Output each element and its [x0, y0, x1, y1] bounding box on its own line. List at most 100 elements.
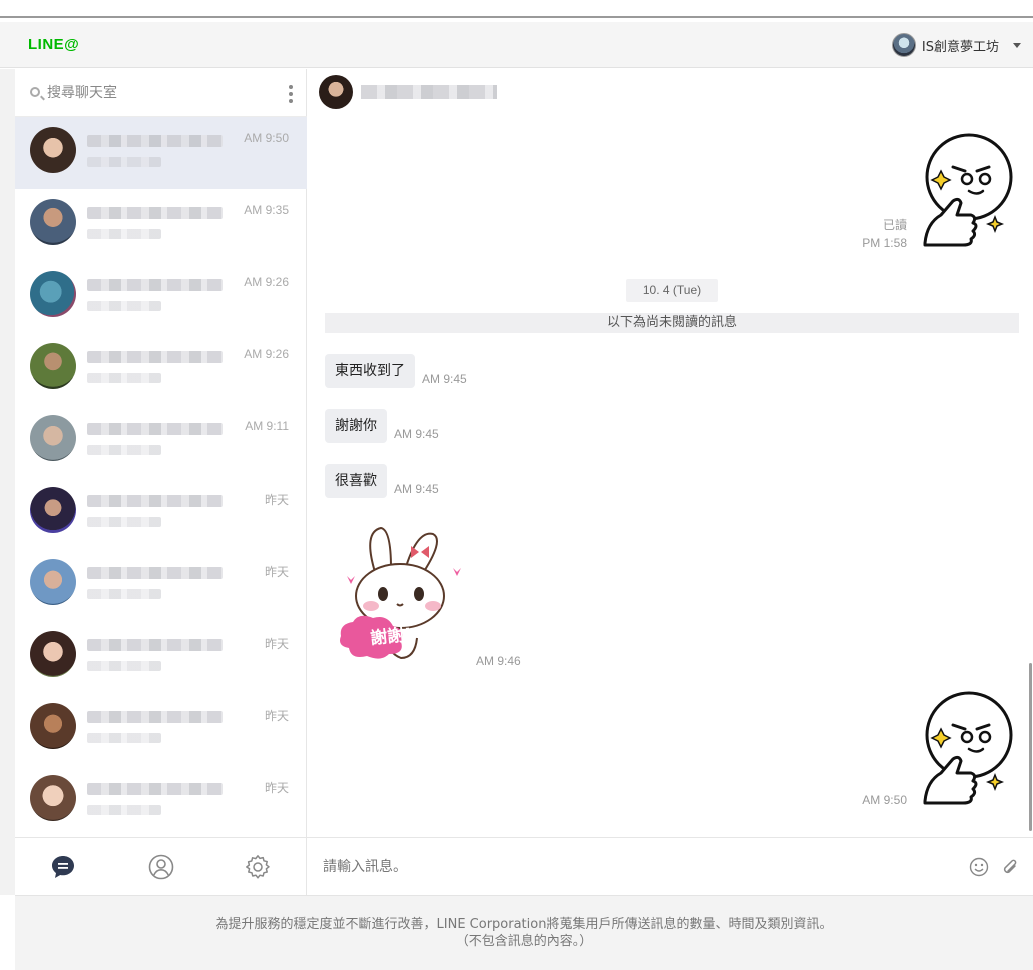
chat-list-item[interactable]: AM 9:35: [15, 189, 307, 261]
contact-icon[interactable]: [148, 854, 174, 880]
sticker-caption: 謝謝!: [369, 624, 413, 649]
notice-line-1: 為提升服務的穩定度並不斷進行改善，LINE Corporation將蒐集用戶所傳…: [215, 917, 833, 932]
incoming-message: 謝謝你 AM 9:45: [325, 409, 439, 443]
contact-name-blurred: [87, 135, 223, 147]
contact-name-blurred: [87, 783, 223, 795]
emoji-icon[interactable]: [969, 857, 989, 877]
sidebar-footer-tabs: [15, 837, 307, 895]
account-name: IS創意夢工坊: [921, 39, 999, 55]
chat-time: AM 9:35: [244, 203, 289, 217]
incoming-message: 很喜歡 AM 9:45: [325, 464, 439, 498]
contact-avatar: [30, 271, 76, 317]
attachment-icon[interactable]: [1000, 857, 1020, 877]
contact-name-blurred: [87, 567, 223, 579]
date-divider: 10. 4 (Tue): [626, 279, 718, 302]
chat-list-item[interactable]: AM 9:26: [15, 333, 307, 405]
contact-name-blurred: [87, 207, 223, 219]
last-message-blurred: [87, 301, 161, 311]
contact-avatar: [30, 127, 76, 173]
contact-avatar: [30, 199, 76, 245]
sticker-thumbs-up[interactable]: [917, 691, 1013, 807]
read-label: 已讀: [882, 218, 907, 232]
notice-line-2: （不包含訊息的內容。）: [455, 934, 593, 949]
last-message-blurred: [87, 373, 161, 383]
chat-list-item[interactable]: 昨天: [15, 477, 307, 549]
account-switcher[interactable]: IS創意夢工坊: [891, 33, 1021, 57]
window-top-border: [0, 16, 1033, 18]
contact-avatar: [319, 75, 353, 109]
chat-time: AM 9:26: [244, 275, 289, 289]
unread-divider: 以下為尚未閱讀的訊息: [325, 313, 1019, 333]
message-input[interactable]: [323, 856, 923, 878]
last-message-blurred: [87, 229, 161, 239]
contact-avatar: [30, 487, 76, 533]
message-bubble[interactable]: 謝謝你: [325, 409, 387, 443]
message-time: AM 9:45: [394, 482, 439, 496]
chat-list-item[interactable]: AM 9:50: [15, 117, 307, 189]
message-time: AM 9:50: [862, 793, 907, 807]
chat-time: AM 9:26: [244, 347, 289, 361]
line-at-logo[interactable]: LINE@: [28, 36, 79, 53]
contact-avatar: [30, 775, 76, 821]
contact-avatar: [30, 343, 76, 389]
settings-gear-icon[interactable]: [245, 854, 271, 880]
chevron-down-icon: [1013, 42, 1021, 48]
message-time: AM 9:46: [476, 654, 521, 668]
conversation-pane: 已讀 PM 1:58 10. 4 (Tue) 以下為尚未閱讀的訊息 東西收到了 …: [307, 69, 1033, 837]
contact-avatar: [30, 559, 76, 605]
last-message-blurred: [87, 517, 161, 527]
chat-list-item[interactable]: AM 9:26: [15, 261, 307, 333]
privacy-notice: 為提升服務的穩定度並不斷進行改善，LINE Corporation將蒐集用戶所傳…: [15, 895, 1033, 970]
chat-sidebar: AM 9:50 AM 9:35 AM 9:26 AM 9:26 AM 9:11: [15, 69, 307, 837]
message-time: PM 1:58: [862, 236, 907, 250]
message-time: AM 9:45: [394, 427, 439, 441]
last-message-blurred: [87, 589, 161, 599]
sticker-thumbs-up[interactable]: [917, 133, 1013, 249]
contact-avatar: [30, 631, 76, 677]
chat-time: 昨天: [264, 637, 289, 651]
more-options-icon[interactable]: [289, 85, 293, 103]
chat-time: 昨天: [264, 781, 289, 795]
message-bubble[interactable]: 東西收到了: [325, 354, 415, 388]
contact-name-blurred: [87, 711, 223, 723]
contact-name-blurred: [361, 85, 497, 99]
account-avatar: [891, 33, 916, 57]
app-header: LINE@ IS創意夢工坊: [0, 22, 1033, 68]
contact-name-blurred: [87, 639, 223, 651]
chat-time: AM 9:11: [245, 419, 289, 433]
message-bubble[interactable]: 很喜歡: [325, 464, 387, 498]
incoming-message: 東西收到了 AM 9:45: [325, 354, 467, 388]
chat-list-item[interactable]: 昨天: [15, 549, 307, 621]
message-composer: [307, 837, 1033, 895]
chat-list-item[interactable]: 昨天: [15, 621, 307, 693]
contact-avatar: [30, 703, 76, 749]
contact-name-blurred: [87, 495, 223, 507]
chat-list-item[interactable]: 昨天: [15, 693, 307, 765]
chat-time: AM 9:50: [244, 131, 289, 145]
chat-list-item[interactable]: AM 9:11: [15, 405, 307, 477]
chat-list-item[interactable]: 昨天: [15, 765, 307, 837]
scrollbar-thumb[interactable]: [1029, 663, 1032, 831]
conversation-header: [319, 75, 497, 109]
chat-time: 昨天: [264, 709, 289, 723]
message-time: AM 9:45: [422, 372, 467, 386]
search-input[interactable]: [47, 81, 267, 105]
last-message-blurred: [87, 733, 161, 743]
contact-name-blurred: [87, 351, 223, 363]
last-message-blurred: [87, 445, 161, 455]
read-receipt: 已讀 PM 1:58: [847, 216, 907, 250]
last-message-blurred: [87, 157, 161, 167]
sticker-bunny-thanks[interactable]: 謝謝!: [335, 524, 465, 664]
chat-time: 昨天: [264, 565, 289, 579]
search-icon: [30, 87, 40, 97]
last-message-blurred: [87, 661, 161, 671]
search-bar: [15, 69, 307, 117]
chat-time: 昨天: [264, 493, 289, 507]
contact-name-blurred: [87, 423, 223, 435]
last-message-blurred: [87, 805, 161, 815]
chat-list: AM 9:50 AM 9:35 AM 9:26 AM 9:26 AM 9:11: [15, 117, 307, 837]
contact-avatar: [30, 415, 76, 461]
chat-bubble-icon[interactable]: [50, 854, 76, 880]
contact-name-blurred: [87, 279, 223, 291]
left-gutter: [0, 69, 15, 895]
